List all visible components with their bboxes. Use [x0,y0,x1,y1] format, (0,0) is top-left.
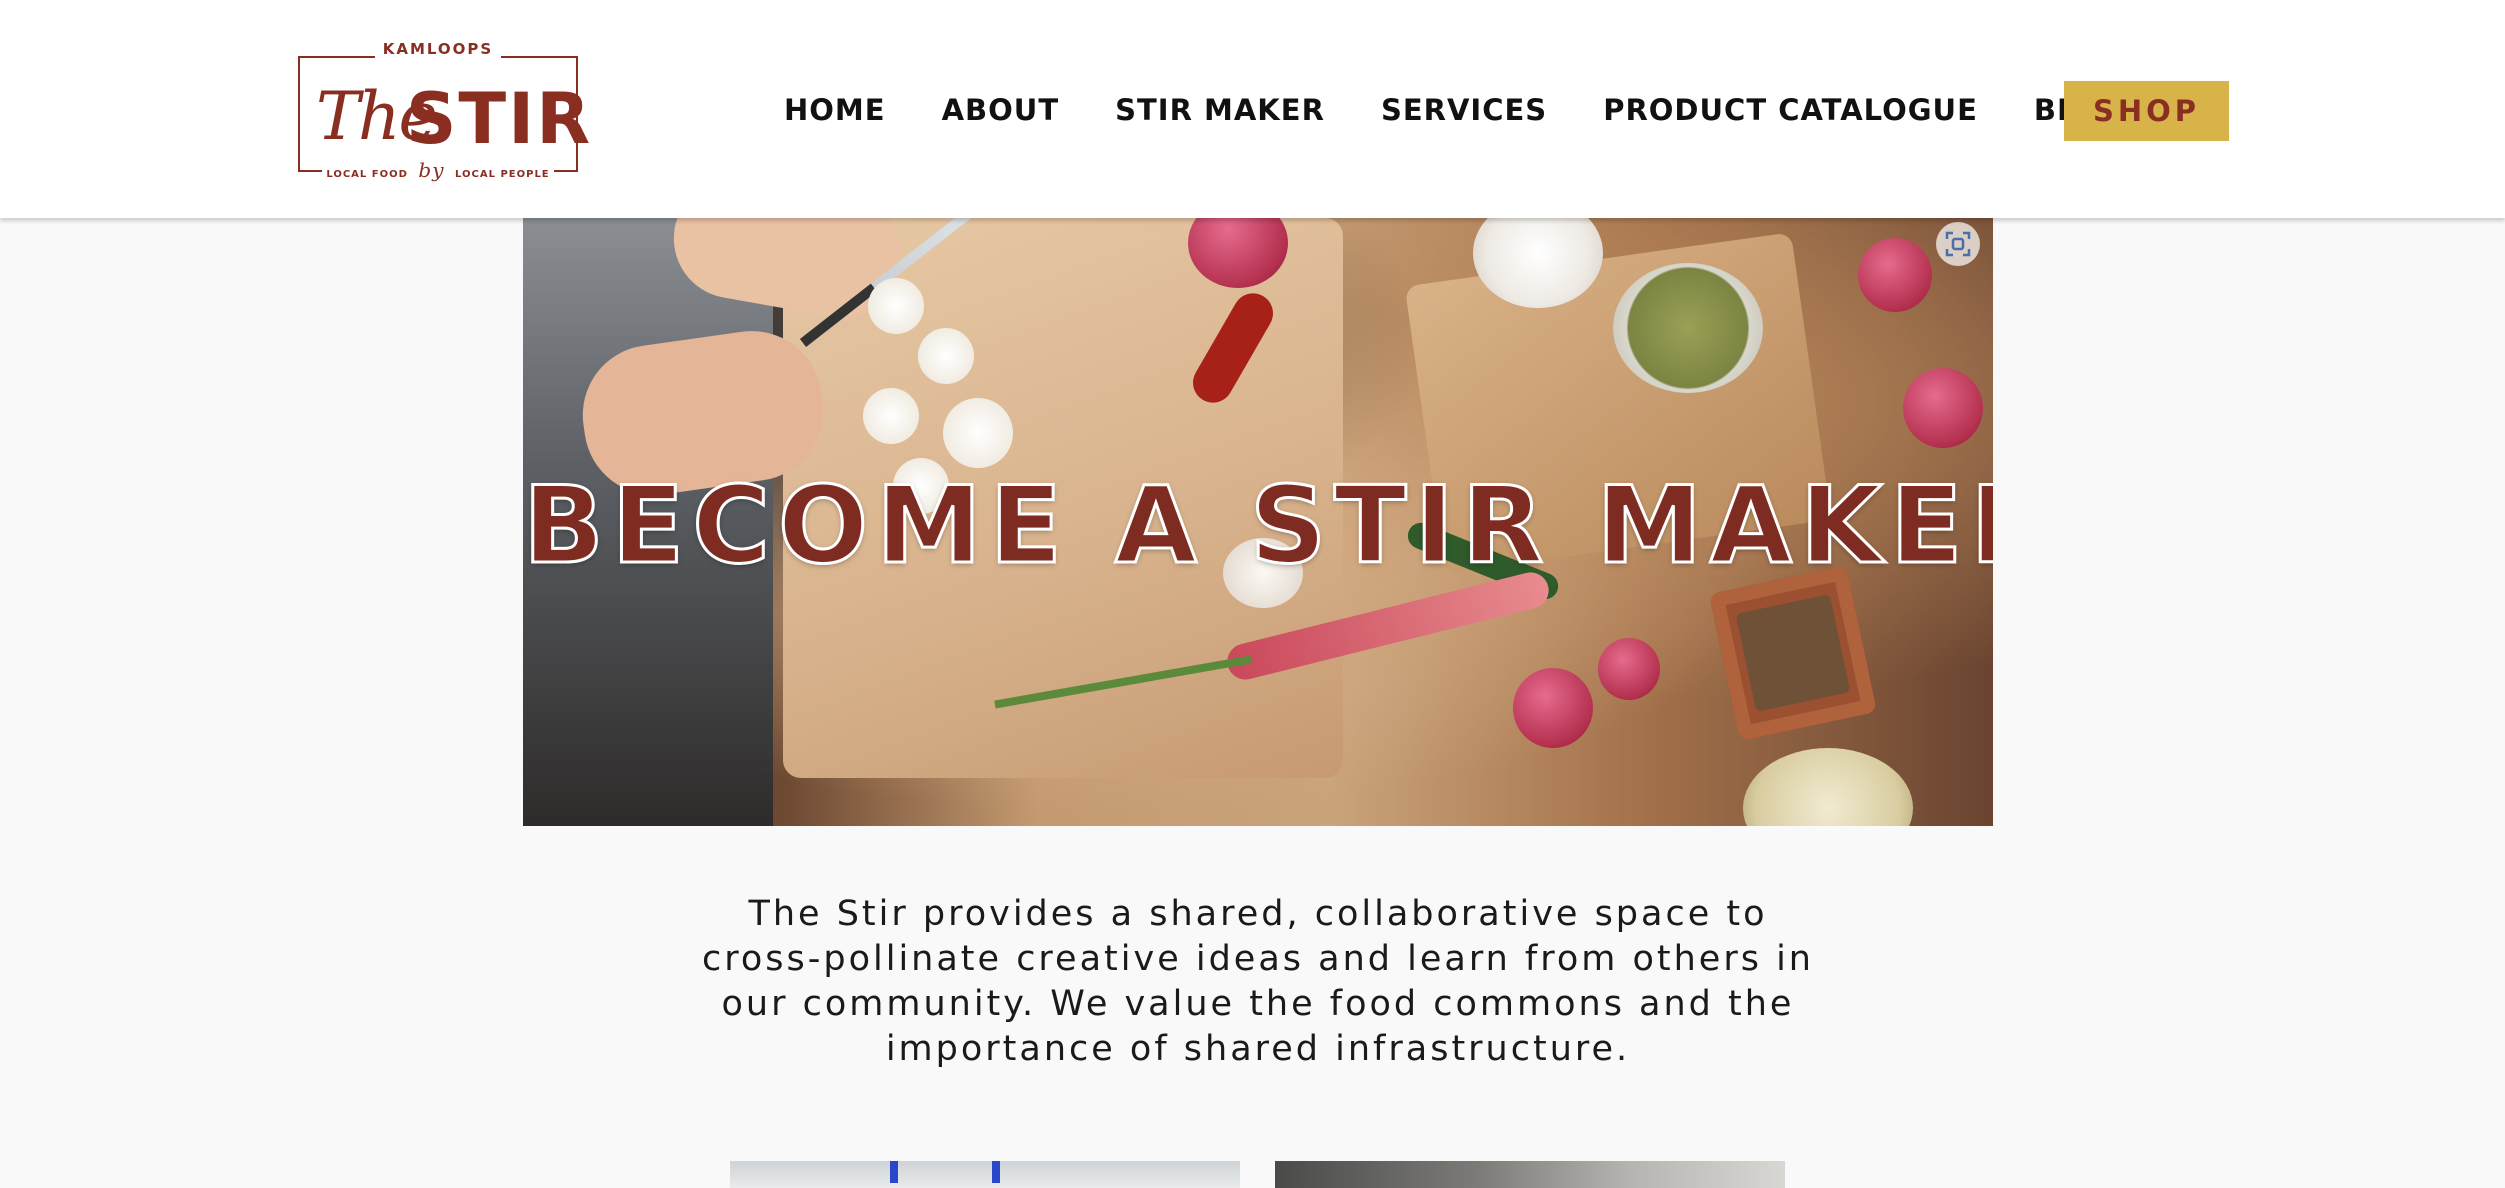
logo-tagline-left: LOCAL FOOD [326,169,408,180]
spice-image [1735,594,1851,712]
nav-item-product-catalogue[interactable]: PRODUCT CATALOGUE [1603,93,1978,127]
logo-top-text: KAMLOOPS [374,40,502,58]
nav-item-about[interactable]: ABOUT [942,93,1060,127]
logo-stir: STIR [406,78,593,160]
nav-item-stir-maker[interactable]: STIR MAKER [1115,93,1325,127]
main-nav: HOME ABOUT STIR MAKER SERVICES PRODUCT C… [784,90,2126,130]
hero-title: BECOME A STIR MAKER [523,463,1993,589]
radish-image [1903,368,1983,448]
nav-item-home[interactable]: HOME [784,93,886,127]
radish-image [1598,638,1660,700]
focus-scan-icon[interactable] [1936,222,1980,266]
site-header: KAMLOOPS The STIR LOCAL FOOD by LOCAL PE… [0,0,2505,218]
blue-fixture-image [992,1161,1000,1183]
intro-paragraph: The Stir provides a shared, collaborativ… [702,894,1814,1069]
site-logo[interactable]: KAMLOOPS The STIR LOCAL FOOD by LOCAL PE… [296,40,590,184]
radish-image [1858,238,1932,312]
jar-image [1743,748,1913,826]
onion-slice-image [918,328,974,384]
gallery-image-left[interactable] [730,1161,1240,1188]
nav-item-services[interactable]: SERVICES [1381,93,1547,127]
onion-slice-image [868,278,924,334]
shop-button[interactable]: SHOP [2064,81,2229,141]
radish-image [1513,668,1593,748]
onion-slice-image [863,388,919,444]
cardamom-bowl-image [1613,263,1763,393]
logo-tagline-right: LOCAL PEOPLE [455,169,550,180]
blue-fixture-image [890,1161,898,1183]
onion-slice-image [943,398,1013,468]
gallery-image-right[interactable] [1275,1161,1785,1188]
logo-tagline-by: by [418,158,445,182]
hero-banner: BECOME A STIR MAKER [523,218,1993,826]
